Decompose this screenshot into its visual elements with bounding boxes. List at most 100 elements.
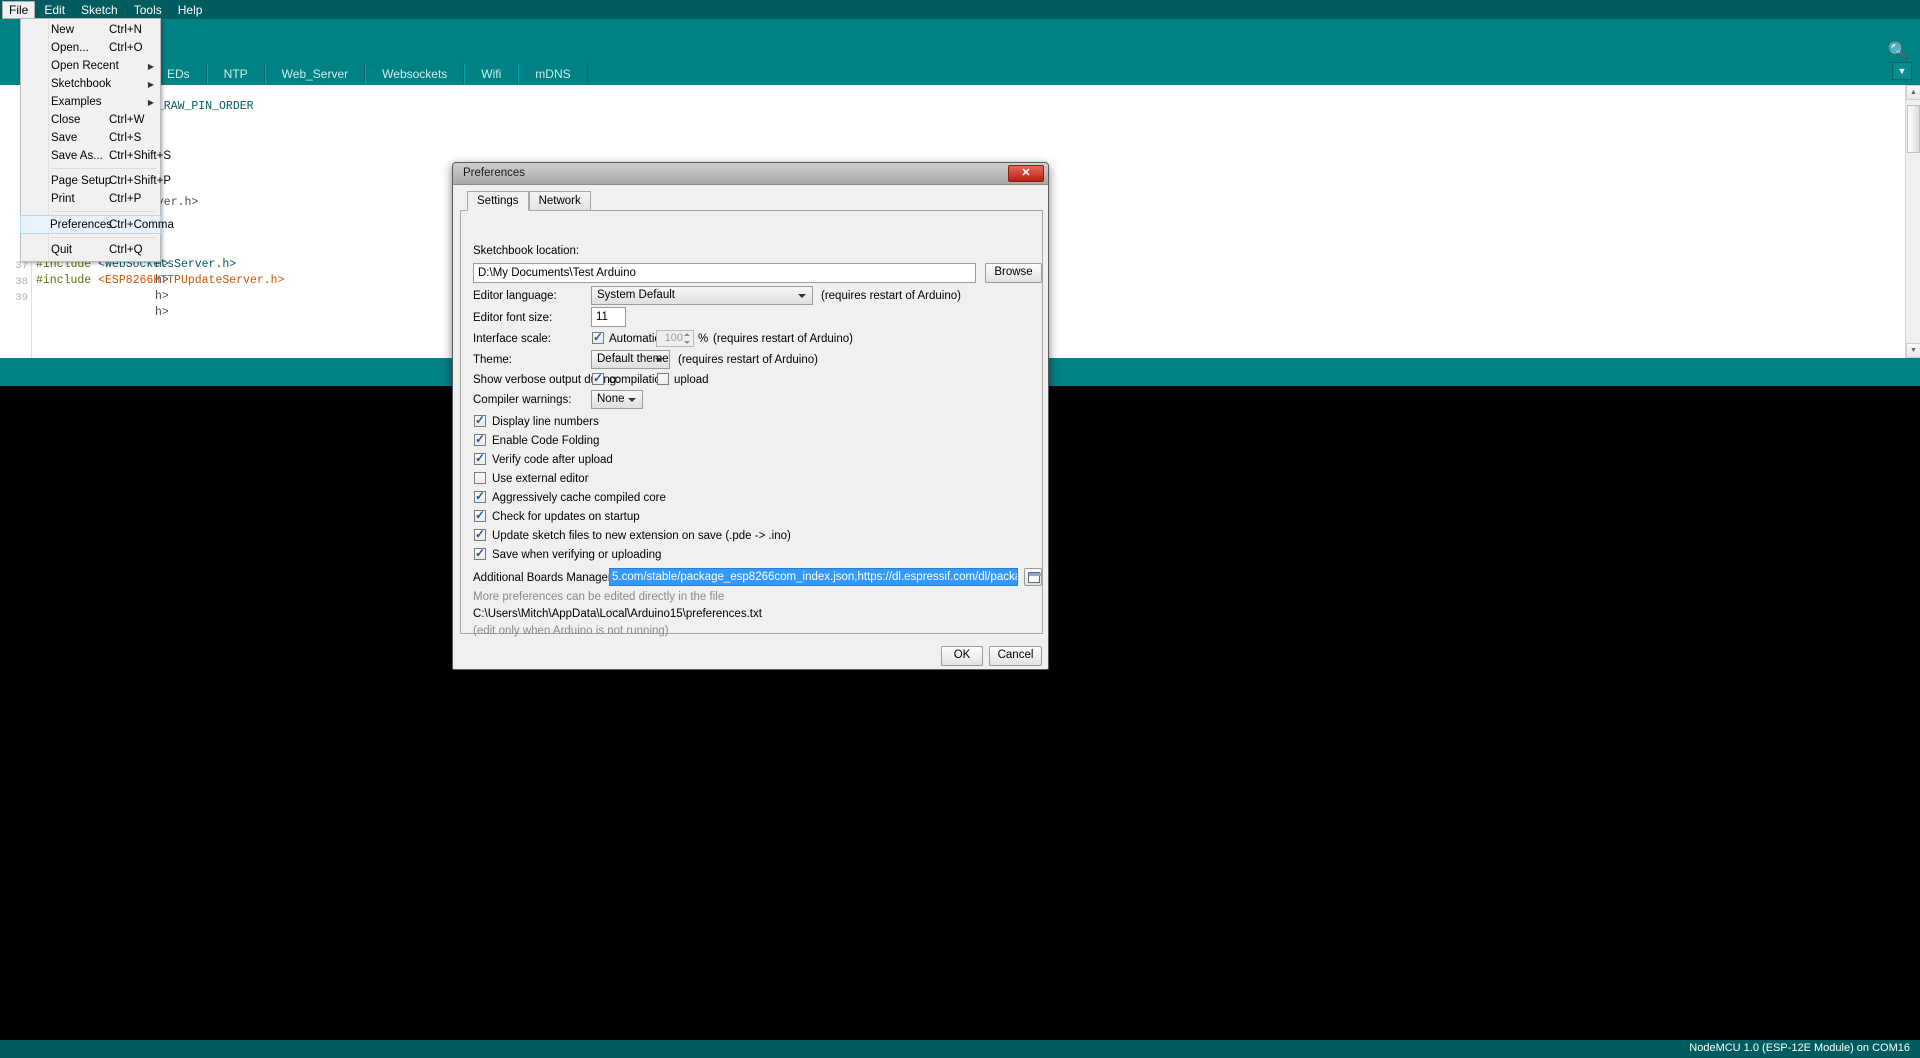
- editor-font-size-input[interactable]: 11: [591, 307, 626, 327]
- menu-sketch[interactable]: Sketch: [74, 1, 125, 19]
- interface-scale-percent-label: %: [698, 333, 709, 345]
- compiler-warnings-value: None: [597, 393, 625, 405]
- file-menu-item-open-label: Open...: [51, 42, 89, 54]
- file-menu-item-examples-label: Examples: [51, 96, 102, 108]
- file-menu-item-quit-label: Quit: [51, 244, 73, 256]
- file-menu-item-close-accel: Ctrl+W: [109, 114, 145, 126]
- file-menu-item-quit[interactable]: Quit Ctrl+Q: [21, 241, 160, 259]
- interface-scale-stepper[interactable]: 100: [656, 330, 694, 347]
- browse-button[interactable]: Browse: [985, 263, 1042, 283]
- verify-code-after-upload-label: Verify code after upload: [492, 454, 613, 466]
- display-line-numbers-checkbox[interactable]: [474, 413, 486, 427]
- ok-button[interactable]: OK: [941, 646, 983, 666]
- theme-select[interactable]: Default theme: [591, 350, 670, 369]
- file-menu-item-print-label: Print: [51, 193, 75, 205]
- sketchbook-location-label: Sketchbook location:: [473, 245, 580, 257]
- file-menu-item-close[interactable]: Close Ctrl+W: [21, 111, 160, 129]
- file-menu-item-preferences[interactable]: Preferences Ctrl+Comma: [20, 215, 174, 234]
- menu-bar: File Edit Sketch Tools Help: [0, 0, 1920, 19]
- dialog-title: Preferences: [463, 167, 526, 179]
- file-menu-item-examples[interactable]: Examples ▶: [21, 93, 160, 111]
- theme-label: Theme:: [473, 354, 512, 366]
- status-board-port: NodeMCU 1.0 (ESP-12E Module) on COM16: [1689, 1042, 1910, 1054]
- close-icon[interactable]: ✕: [1008, 165, 1044, 182]
- editor-language-label: Editor language:: [473, 290, 557, 302]
- submenu-arrow-icon: ▶: [147, 79, 154, 89]
- menu-edit[interactable]: Edit: [37, 1, 72, 19]
- search-icon[interactable]: 🔍: [1888, 41, 1908, 60]
- use-external-editor-label: Use external editor: [492, 473, 589, 485]
- file-menu-item-open-accel: Ctrl+O: [109, 42, 143, 54]
- menu-help[interactable]: Help: [171, 1, 210, 19]
- code-fragment-d: h>: [155, 290, 169, 303]
- sketch-tab-ntp[interactable]: NTP: [206, 63, 265, 85]
- interface-scale-automatic-checkbox[interactable]: [592, 330, 604, 344]
- file-menu-item-new[interactable]: New Ctrl+N: [21, 21, 160, 39]
- edit-only-note: (edit only when Arduino is not running): [473, 625, 669, 637]
- check-for-updates-on-startup-checkbox[interactable]: [474, 508, 486, 522]
- chevron-down-icon: [655, 358, 663, 362]
- cancel-button[interactable]: Cancel: [989, 646, 1042, 666]
- file-menu-item-page-setup-label: Page Setup: [51, 175, 112, 187]
- file-menu-item-save[interactable]: Save Ctrl+S: [21, 129, 160, 147]
- editor-scrollbar[interactable]: ▲ ▼: [1905, 85, 1920, 358]
- editor-font-size-label: Editor font size:: [473, 312, 553, 324]
- aggressively-cache-compiled-core-label: Aggressively cache compiled core: [492, 492, 666, 504]
- code-fragment-pinorder: 6_RAW_PIN_ORDER: [150, 100, 254, 113]
- file-menu-item-page-setup-accel: Ctrl+Shift+P: [109, 175, 171, 187]
- dialog-tab-bar: Settings Network: [467, 191, 591, 211]
- file-menu-item-sketchbook[interactable]: Sketchbook ▶: [21, 75, 160, 93]
- scroll-down-icon[interactable]: ▼: [1906, 343, 1920, 358]
- sketch-tab-webserver[interactable]: Web_Server: [264, 63, 366, 85]
- editor-language-value: System Default: [597, 289, 675, 301]
- compiler-warnings-select[interactable]: None: [591, 390, 643, 409]
- file-menu-separator: [51, 168, 156, 169]
- sketch-tab-wifi[interactable]: Wifi: [464, 63, 519, 85]
- status-bar: NodeMCU 1.0 (ESP-12E Module) on COM16: [0, 1040, 1920, 1058]
- sketch-tab-bar: EDs NTP Web_Server Websockets Wifi mDNS …: [0, 59, 1920, 85]
- interface-scale-automatic-label: Automatic: [609, 333, 661, 345]
- save-when-verifying-or-uploading-checkbox[interactable]: [474, 546, 486, 560]
- interface-scale-value: 100: [664, 332, 683, 344]
- file-menu-item-open-recent[interactable]: Open Recent ▶: [21, 57, 160, 75]
- file-menu-item-page-setup[interactable]: Page Setup Ctrl+Shift+P: [21, 172, 171, 190]
- boards-manager-urls-input[interactable]: 5.com/stable/package_esp8266com_index.js…: [609, 568, 1018, 586]
- display-line-numbers-label: Display line numbers: [492, 416, 599, 428]
- file-menu-item-print-accel: Ctrl+P: [109, 193, 142, 205]
- dialog-body: Settings Network Sketchbook location: D:…: [456, 186, 1047, 666]
- verbose-compilation-checkbox[interactable]: [592, 371, 604, 385]
- file-menu-item-close-label: Close: [51, 114, 81, 126]
- update-sketch-files-extension-checkbox[interactable]: [474, 527, 486, 541]
- use-external-editor-checkbox[interactable]: [474, 472, 486, 484]
- menu-file[interactable]: File: [2, 0, 36, 19]
- scrollbar-thumb[interactable]: [1907, 105, 1920, 153]
- sketch-tab-mdns[interactable]: mDNS: [518, 63, 588, 85]
- editor-language-select[interactable]: System Default: [591, 286, 813, 305]
- compiler-warnings-label: Compiler warnings:: [473, 394, 572, 406]
- sketch-tab-websockets[interactable]: Websockets: [365, 63, 465, 85]
- preferences-dialog: Preferences ✕ Settings Network Sketchboo…: [452, 162, 1049, 670]
- settings-panel: Sketchbook location: D:\My Documents\Tes…: [460, 210, 1043, 637]
- dialog-title-bar[interactable]: Preferences ✕: [453, 163, 1048, 185]
- file-menu-item-save-as[interactable]: Save As... Ctrl+Shift+S: [21, 147, 171, 165]
- scroll-up-icon[interactable]: ▲: [1906, 85, 1920, 100]
- verbose-upload-checkbox[interactable]: [657, 373, 669, 385]
- file-menu-dropdown[interactable]: New Ctrl+N Open... Ctrl+O Open Recent ▶ …: [20, 18, 174, 262]
- tab-network[interactable]: Network: [528, 191, 591, 211]
- code-fragment-e: h>: [155, 306, 169, 319]
- sketchbook-location-input[interactable]: D:\My Documents\Test Arduino: [473, 263, 976, 283]
- file-menu-item-sketchbook-label: Sketchbook: [51, 78, 112, 90]
- menu-tools[interactable]: Tools: [127, 1, 169, 19]
- file-menu-item-print[interactable]: Print Ctrl+P: [21, 190, 160, 208]
- file-menu-item-save-accel: Ctrl+S: [109, 132, 142, 144]
- aggressively-cache-compiled-core-checkbox[interactable]: [474, 489, 486, 503]
- chevron-down-icon[interactable]: ▼: [1892, 62, 1912, 80]
- tab-settings[interactable]: Settings: [467, 191, 529, 211]
- edit-list-icon[interactable]: [1024, 568, 1042, 586]
- save-when-verifying-or-uploading-label: Save when verifying or uploading: [492, 549, 662, 561]
- verify-code-after-upload-checkbox[interactable]: [474, 451, 486, 465]
- file-menu-item-open[interactable]: Open... Ctrl+O: [21, 39, 160, 57]
- verbose-upload-label: upload: [674, 374, 709, 386]
- enable-code-folding-checkbox[interactable]: [474, 432, 486, 446]
- stepper-arrows-icon[interactable]: [683, 331, 692, 346]
